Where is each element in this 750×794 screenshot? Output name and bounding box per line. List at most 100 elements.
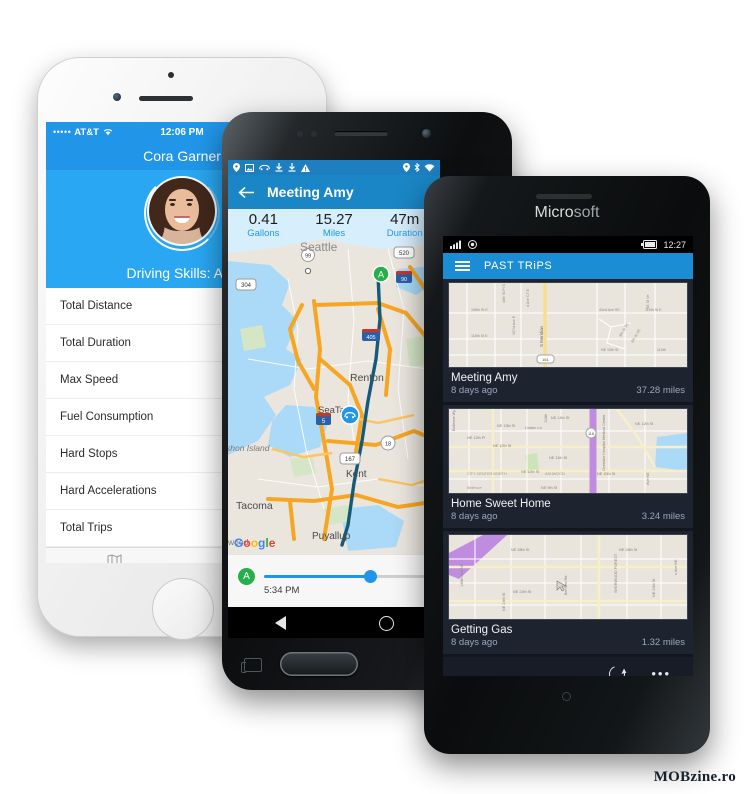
brand-part-light: soft — [573, 204, 600, 221]
svg-text:110th: 110th — [544, 414, 548, 423]
svg-text:146th Ave NE: 146th Ave NE — [460, 563, 464, 587]
stat-label: Fuel Consumption — [60, 411, 154, 423]
trips-list: 156th St E 118th St E 43nd Ave SE 116th St… — [443, 283, 693, 657]
trip-name: Home Sweet Home — [451, 498, 551, 510]
map-icon — [107, 553, 122, 563]
back-arrow-icon[interactable] — [238, 186, 255, 199]
android-recents-key[interactable] — [241, 658, 262, 673]
svg-text:CITY CENTER NORTH: CITY CENTER NORTH — [467, 472, 507, 476]
android-status-bar — [228, 160, 440, 175]
slider-fill — [264, 575, 377, 578]
svg-text:NE 10th St: NE 10th St — [597, 472, 616, 476]
svg-text:118th St E: 118th St E — [471, 334, 488, 338]
svg-text:NE 9th St: NE 9th St — [541, 486, 558, 490]
svg-text:NE 24th St: NE 24th St — [652, 578, 656, 597]
android-sensor — [311, 131, 317, 137]
stat-miles: 15.27 Miles — [299, 211, 370, 239]
android-screen: Meeting Amy 304 99 90 405 5 167 18 520 S… — [228, 160, 440, 638]
page-title: Cora Garner — [143, 148, 221, 164]
windows-phone-screen: 12:27 PAST TRiPS 156th St E 118th St E 4… — [443, 236, 693, 676]
android-status-right — [403, 163, 435, 172]
android-home-button[interactable] — [280, 652, 358, 676]
svg-text:S Meridian: S Meridian — [539, 325, 544, 347]
list-item[interactable]: NE 28th St NE 28th St NE 24th St 146th Av… — [443, 535, 693, 657]
wp-status-bar: 12:27 — [443, 236, 693, 253]
timeline-slider[interactable]: A 5:34 PM — [228, 554, 440, 607]
stat-caption: Miles — [322, 228, 346, 239]
avatar[interactable] — [149, 178, 215, 244]
svg-text:NE 12th Pl: NE 12th Pl — [467, 436, 485, 440]
svg-text:Seattle: Seattle — [300, 240, 338, 254]
stat-duration: 47m Duration — [369, 211, 440, 239]
svg-text:NE 13th St: NE 13th St — [497, 424, 516, 428]
location-pin-icon — [403, 163, 410, 172]
back-triangle-icon[interactable] — [274, 616, 286, 630]
svg-text:405: 405 — [366, 335, 375, 341]
android-map[interactable]: 304 99 90 405 5 167 18 520 Seattle Rento… — [228, 209, 440, 554]
iphone-home-button[interactable] — [152, 578, 214, 640]
svg-text:90: 90 — [401, 277, 407, 283]
more-icon[interactable]: ••• — [651, 667, 671, 676]
brand-part-dark: Micro — [534, 204, 574, 221]
screenshot-stage: ••••• AT&T 12:06 PM Cora Garner Driving … — [0, 0, 750, 794]
svg-text:118: 118 — [588, 432, 594, 436]
start-marker[interactable]: A — [372, 265, 390, 283]
wp-status-right: 12:27 — [641, 240, 686, 250]
home-circle-icon[interactable] — [378, 615, 394, 631]
trip-map-thumbnail[interactable]: NE 13th St Linden Ln NE 14th St NE 12th St… — [449, 409, 687, 493]
svg-text:NE 14th St: NE 14th St — [551, 416, 570, 420]
svg-text:Kent: Kent — [346, 469, 367, 480]
list-item[interactable]: 156th St E 118th St E 43nd Ave SE 116th St… — [443, 283, 693, 405]
car-icon — [259, 164, 270, 171]
stat-label: Total Distance — [60, 300, 133, 312]
car-marker-icon[interactable] — [340, 405, 360, 425]
trip-distance: 37.28 miles — [636, 385, 685, 396]
warning-icon — [301, 163, 310, 172]
trip-map-thumbnail[interactable]: NE 28th St NE 28th St NE 24th St 146th Av… — [449, 535, 687, 619]
iphone-camera-icon — [113, 93, 121, 101]
wifi-icon — [424, 163, 435, 172]
svg-text:Overlake Hospital Medical Cent: Overlake Hospital Medical Center — [602, 414, 606, 471]
android-earpiece — [334, 131, 388, 136]
svg-text:NE 24th St: NE 24th St — [513, 590, 532, 594]
watermark: MOBzine.ro — [653, 769, 736, 785]
list-item[interactable]: NE 13th St Linden Ln NE 14th St NE 12th St… — [443, 409, 693, 531]
svg-text:46th St Pl S: 46th St Pl S — [502, 283, 506, 303]
slider-start-marker: A — [238, 568, 255, 585]
iphone-sensor — [168, 72, 174, 78]
slider-knob[interactable] — [363, 570, 377, 583]
svg-text:NE 10th St: NE 10th St — [521, 470, 540, 474]
stat-label: Max Speed — [60, 374, 119, 386]
stat-caption: Duration — [386, 228, 423, 239]
trip-meta: 8 days ago 37.28 miles — [443, 384, 693, 396]
trip-distance: 3.24 miles — [641, 511, 685, 522]
svg-text:Bellevue: Bellevue — [467, 486, 482, 490]
slider-time-label: 5:34 PM — [264, 585, 300, 596]
svg-text:43nd Ave SE: 43nd Ave SE — [599, 308, 620, 312]
app-title: PAST TRiPS — [484, 260, 553, 272]
stat-value: 0.41 — [248, 211, 278, 228]
svg-text:167: 167 — [345, 457, 356, 463]
trip-distance: 1.32 miles — [641, 637, 685, 648]
image-icon — [245, 163, 254, 172]
trip-name: Meeting Amy — [451, 372, 518, 384]
trip-map-thumbnail[interactable]: 156th St E 118th St E 43nd Ave SE 116th St… — [449, 283, 687, 367]
svg-text:d Ave CT E: d Ave CT E — [526, 288, 530, 307]
trip-time: 8 days ago — [451, 637, 498, 648]
svg-text:SE St Ve: SE St Ve — [646, 295, 650, 309]
iphone-earpiece — [139, 96, 193, 101]
slider-track[interactable] — [264, 575, 430, 578]
hamburger-icon[interactable] — [455, 261, 470, 271]
tab-past-trips[interactable]: Past Trips — [46, 548, 182, 563]
svg-text:s Ave NE: s Ave NE — [674, 559, 678, 575]
svg-text:SHERWOOD FOREST: SHERWOOD FOREST — [614, 553, 618, 593]
trip-title: Meeting Amy — [267, 184, 354, 200]
svg-text:ASHWOOD: ASHWOOD — [545, 472, 565, 476]
android-sensor — [297, 131, 303, 137]
wp-app-bar: PAST TRiPS — [443, 253, 693, 279]
download-icon — [275, 163, 283, 172]
trip-meta: 8 days ago 1.32 miles — [443, 636, 693, 648]
refresh-icon[interactable] — [606, 663, 628, 676]
svg-text:NE 24th St: NE 24th St — [502, 592, 506, 611]
stat-label: Total Duration — [60, 337, 131, 349]
